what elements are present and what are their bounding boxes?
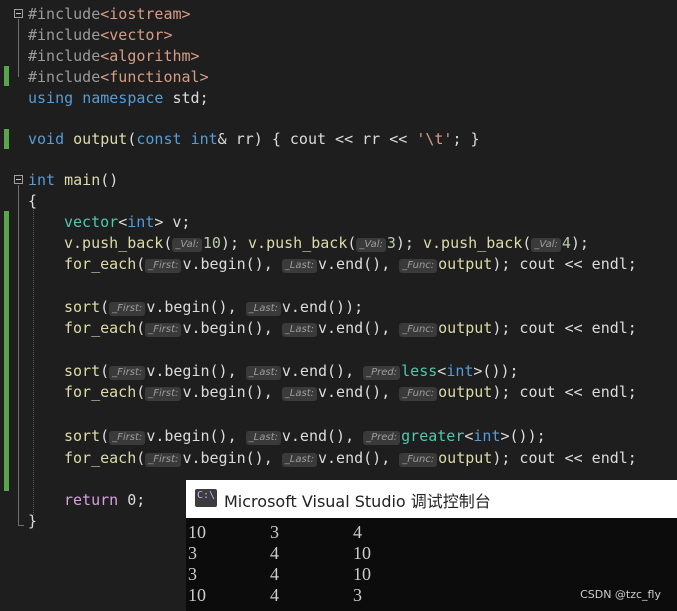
code-line-sort-greater[interactable]: sort(_First: v.begin(), _Last: v.end(), _P… (64, 426, 546, 446)
code-line-using-namespace[interactable]: using namespace std; (28, 88, 209, 108)
fold-collapse-icon[interactable] (14, 9, 23, 18)
editor-gutter (0, 0, 26, 611)
code-line-vector-decl[interactable]: vector<int> v; (64, 212, 190, 232)
code-line-for-each-1[interactable]: for_each(_First: v.begin(), _Last: v.end()… (64, 254, 637, 274)
param-hint-last: _Last: (245, 302, 281, 316)
code-line-push-back[interactable]: v.push_back(_Val: 10); v.push_back(_Val: 3… (64, 233, 589, 253)
param-hint-func: _Func: (399, 323, 438, 337)
param-hint-val: _Val: (172, 238, 202, 252)
fold-guide (18, 185, 19, 525)
param-hint-last: _Last: (281, 387, 317, 401)
param-hint-func: _Func: (399, 453, 438, 467)
param-hint-first: _First: (109, 366, 146, 380)
code-line-output-function[interactable]: void output(const int& rr) { cout << rr … (28, 129, 480, 149)
code-line-return[interactable]: return 0; (64, 490, 145, 510)
param-hint-first: _First: (145, 259, 182, 273)
console-titlebar[interactable]: C:\ Microsoft Visual Studio 调试控制台 (186, 480, 677, 518)
code-line-include-iostream[interactable]: #include<iostream> (28, 4, 191, 24)
indent-guide (33, 207, 34, 515)
param-hint-last: _Last: (245, 431, 281, 445)
code-line-for-each-4[interactable]: for_each(_First: v.begin(), _Last: v.end()… (64, 448, 637, 468)
change-marker (4, 66, 9, 86)
param-hint-last: _Last: (281, 453, 317, 467)
change-marker (4, 129, 9, 149)
console-app-icon: C:\ (195, 489, 217, 507)
change-marker (4, 211, 9, 491)
param-hint-last: _Last: (281, 259, 317, 273)
param-hint-first: _First: (145, 453, 182, 467)
code-line-include-vector[interactable]: #include<vector> (28, 25, 173, 45)
fold-guide (18, 19, 19, 77)
param-hint-pred: _Pred: (363, 366, 401, 380)
param-hint-func: _Func: (399, 387, 438, 401)
param-hint-first: _First: (145, 323, 182, 337)
code-line-open-brace[interactable]: { (28, 191, 37, 211)
watermark: CSDN @tzc_fly (580, 588, 661, 601)
param-hint-val: _Val: (356, 238, 386, 252)
param-hint-last: _Last: (245, 366, 281, 380)
param-hint-val: _Val: (531, 238, 561, 252)
console-title: Microsoft Visual Studio 调试控制台 (224, 492, 491, 511)
param-hint-last: _Last: (281, 323, 317, 337)
fold-end-marker (18, 525, 24, 526)
code-line-include-functional[interactable]: #include<functional> (28, 67, 209, 87)
param-hint-pred: _Pred: (363, 431, 401, 445)
code-line-main-signature[interactable]: int main() (28, 170, 118, 190)
param-hint-first: _First: (109, 431, 146, 445)
param-hint-func: _Func: (399, 259, 438, 273)
code-line-sort-default[interactable]: sort(_First: v.begin(), _Last: v.end()); (64, 297, 363, 317)
code-line-close-brace[interactable]: } (28, 511, 37, 531)
fold-collapse-icon[interactable] (14, 175, 23, 184)
param-hint-first: _First: (109, 302, 146, 316)
code-line-include-algorithm[interactable]: #include<algorithm> (28, 46, 200, 66)
code-line-for-each-2[interactable]: for_each(_First: v.begin(), _Last: v.end()… (64, 318, 637, 338)
param-hint-first: _First: (145, 387, 182, 401)
code-line-sort-less[interactable]: sort(_First: v.begin(), _Last: v.end(), _P… (64, 361, 519, 381)
code-line-for-each-3[interactable]: for_each(_First: v.begin(), _Last: v.end()… (64, 382, 637, 402)
